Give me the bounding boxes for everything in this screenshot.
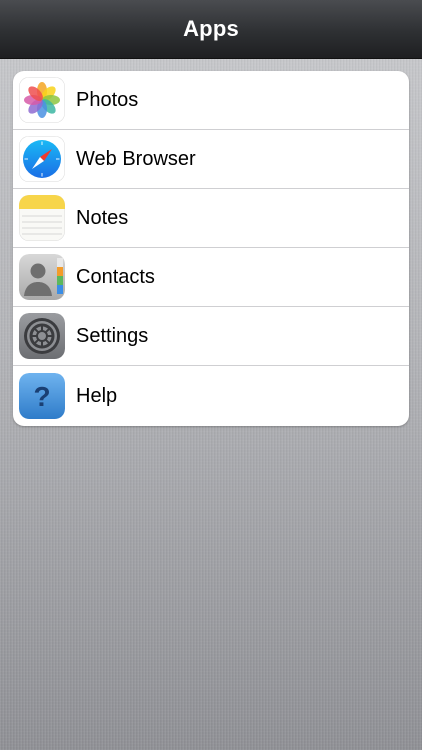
list-item-help[interactable]: ? Help xyxy=(13,366,409,426)
list-item-label: Web Browser xyxy=(76,147,196,170)
page-title: Apps xyxy=(183,16,239,41)
navigation-bar: Apps xyxy=(0,0,422,59)
contacts-icon xyxy=(19,254,65,300)
list-item-label: Contacts xyxy=(76,265,155,288)
list-item-notes[interactable]: Notes xyxy=(13,189,409,248)
list-item-settings[interactable]: Settings xyxy=(13,307,409,366)
svg-text:?: ? xyxy=(33,381,50,412)
list-item-label: Notes xyxy=(76,206,129,229)
question-mark-icon: ? xyxy=(19,373,65,419)
photos-icon xyxy=(19,77,65,123)
compass-icon xyxy=(19,136,65,182)
list-item-label: Settings xyxy=(76,324,149,347)
list-item-contacts[interactable]: Contacts xyxy=(13,248,409,307)
list-item-label: Help xyxy=(76,384,118,407)
notepad-icon xyxy=(19,195,65,241)
list-item-photos[interactable]: Photos xyxy=(13,71,409,130)
list-item-label: Photos xyxy=(76,88,139,111)
apps-list: Photos Web Browser Notes Contacts Settin… xyxy=(13,71,409,426)
gear-icon xyxy=(19,313,65,359)
list-item-web-browser[interactable]: Web Browser xyxy=(13,130,409,189)
